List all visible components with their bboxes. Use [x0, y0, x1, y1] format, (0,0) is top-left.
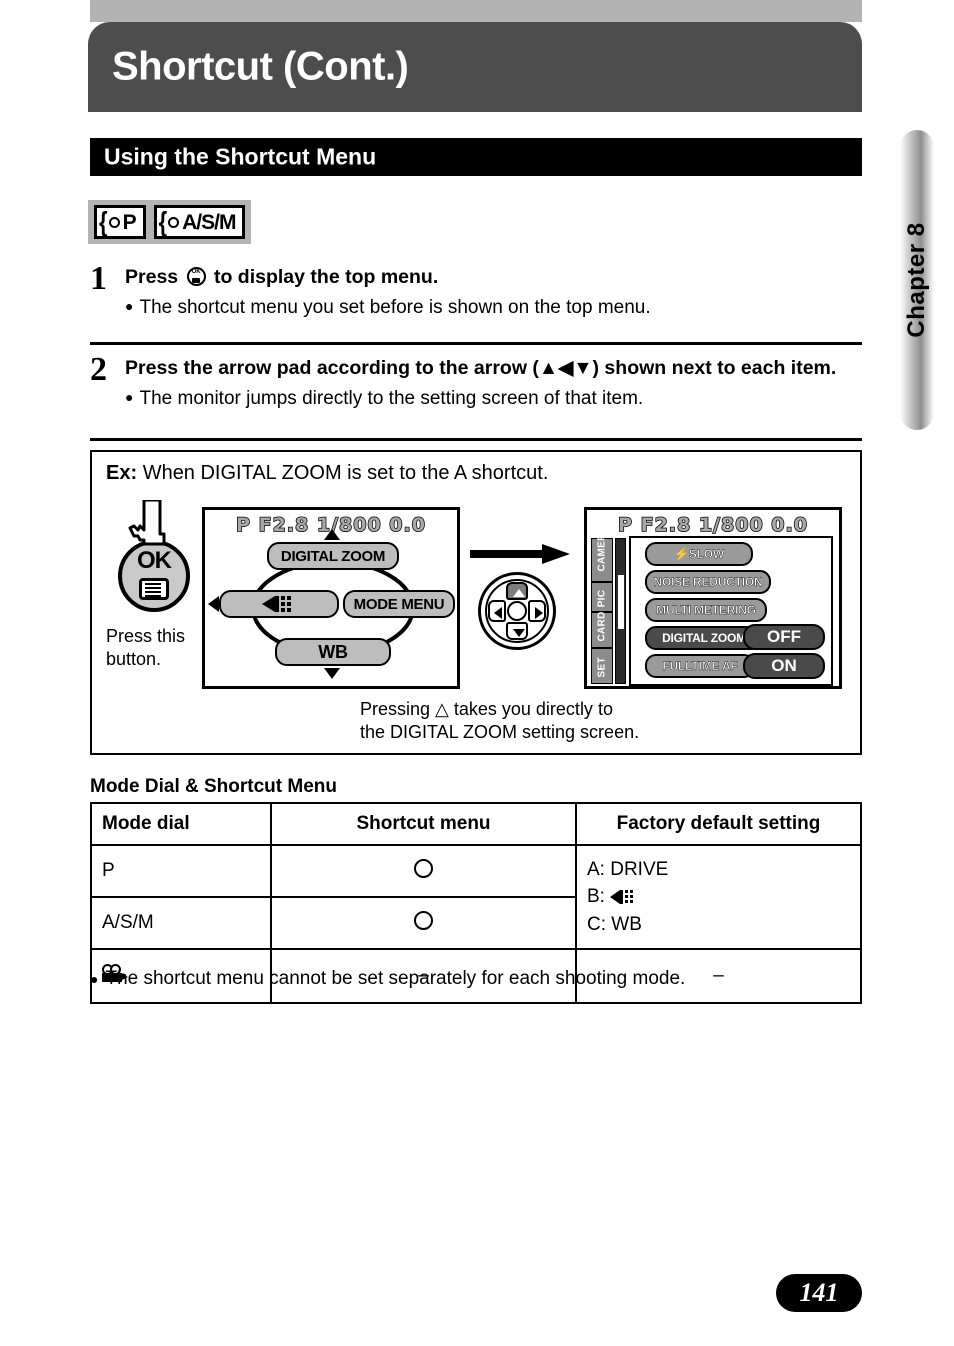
hand-pointing-icon: [128, 500, 166, 546]
footnote-text: The shortcut menu cannot be set separate…: [105, 968, 686, 989]
menu-lines-icon: [139, 578, 169, 600]
table-header-row: Mode dial Shortcut menu Factory default …: [90, 802, 862, 846]
cell-factory-defaults: A: DRIVE B: C: WB: [575, 844, 862, 950]
page-number: 141: [776, 1274, 862, 1312]
mode-menu-scrollbar[interactable]: [615, 538, 626, 684]
arrow-pad-control[interactable]: [478, 572, 556, 650]
circle-mark-icon: [414, 910, 433, 930]
cell-shortcut-p: [270, 844, 577, 898]
menu-arrow-left-icon: [208, 596, 219, 612]
mode-menu-value-on[interactable]: ON: [743, 653, 825, 679]
footnote: ● The shortcut menu cannot be set separa…: [90, 968, 685, 992]
mode-menu-side-tabs: CAMERA PIC CARD SET: [591, 526, 613, 684]
arrow-pad-up-key[interactable]: [506, 582, 528, 600]
circle-mark-icon: [414, 858, 433, 878]
mode-menu-item-fulltime-af[interactable]: FULLTIME AF: [645, 654, 755, 678]
top-menu-item-digital-zoom[interactable]: DIGITAL ZOOM: [267, 542, 399, 570]
arrow-up-glyph: [513, 589, 525, 597]
side-tab-set[interactable]: SET: [591, 648, 613, 684]
bullet-dot-icon: ●: [125, 298, 134, 315]
chapter-tab-label: Chapter 8: [903, 222, 930, 338]
pressing-note-line2: the DIGITAL ZOOM setting screen.: [360, 722, 640, 743]
side-tab-card[interactable]: CARD: [591, 611, 613, 648]
step-1-title-before: Press: [125, 266, 179, 288]
lcd-top-menu-screen: P F2.8 1/800 0.0 DIGITAL ZOOM MODE MENU …: [202, 507, 460, 689]
column-header-shortcut-menu: Shortcut menu: [270, 802, 577, 846]
section-heading-text: Using the Shortcut Menu: [104, 143, 377, 170]
table-row: P A: DRIVE B: C: WB: [90, 844, 862, 950]
example-label: Ex:: [106, 462, 138, 484]
column-header-factory-default: Factory default setting: [575, 802, 862, 846]
table-title: Mode Dial & Shortcut Menu: [90, 776, 337, 797]
factory-default-b: B:: [587, 883, 850, 911]
step-1-bullet: ● The shortcut menu you set before is sh…: [125, 295, 862, 321]
side-tab-pic[interactable]: PIC: [591, 582, 613, 612]
side-tab-camera[interactable]: CAMERA: [591, 526, 613, 582]
dial-dot-icon: [168, 216, 180, 228]
mode-menu-item-multi-metering[interactable]: MULTI METERING: [645, 598, 767, 622]
lcd-mode-menu-screen: P F2.8 1/800 0.0 CAMERA PIC CARD SET ⚡SL…: [584, 507, 842, 689]
top-menu-item-wb[interactable]: WB: [275, 638, 391, 666]
dial-brace-icon: {: [158, 205, 168, 237]
step-2-bullet-text: The monitor jumps directly to the settin…: [139, 388, 644, 410]
mode-menu-item-noise-reduction[interactable]: NOISE REDUCTION: [645, 570, 771, 594]
arrow-down-glyph: [513, 629, 525, 637]
drive-icon: [610, 890, 636, 905]
step-bottom-rule: [90, 438, 862, 441]
arrow-pad-right-key[interactable]: [528, 600, 546, 622]
arrow-pad-left-key[interactable]: [488, 600, 506, 622]
top-menu-item-drive[interactable]: [219, 590, 339, 618]
step-2: 2 Press the arrow pad according to the a…: [90, 351, 862, 412]
ok-menu-button-icon: [186, 267, 206, 286]
mode-badge-asm-label: A/S/M: [182, 210, 236, 234]
flow-arrow-icon: [470, 544, 570, 564]
step-2-title: Press the arrow pad according to the arr…: [125, 357, 837, 379]
mode-menu-value-off[interactable]: OFF: [743, 624, 825, 650]
arrow-pad-hub: [507, 601, 527, 621]
mode-badge-group: { P { A/S/M: [88, 200, 252, 244]
step-1-title-after: to display the top menu.: [213, 266, 439, 288]
column-header-mode-dial: Mode dial: [90, 802, 272, 846]
mode-menu-list: ⚡SLOW NOISE REDUCTION MULTI METERING DIG…: [629, 536, 833, 686]
example-caption: Ex: When DIGITAL ZOOM is set to the A sh…: [106, 462, 548, 485]
bullet-dot-icon: ●: [90, 971, 99, 987]
drive-icon: [262, 595, 296, 613]
menu-arrow-up-icon: [324, 529, 340, 540]
mode-badge-asm: { A/S/M: [153, 205, 246, 239]
step-2-number: 2: [90, 351, 107, 388]
header-top-strip: [90, 0, 862, 22]
arrow-left-glyph: [494, 607, 502, 619]
step-1: 1 Press to display the top menu. ● The s…: [90, 260, 862, 321]
scrollbar-thumb[interactable]: [617, 575, 624, 629]
cell-shortcut-asm: [270, 896, 577, 950]
step-1-bullet-text: The shortcut menu you set before is show…: [139, 297, 651, 319]
arrow-right-glyph: [535, 607, 543, 619]
arrow-pad-down-key[interactable]: [506, 622, 528, 640]
example-caption-text: When DIGITAL ZOOM is set to the A shortc…: [142, 462, 549, 484]
page-title: Shortcut (Cont.): [112, 44, 409, 89]
factory-default-a: A: DRIVE: [587, 858, 669, 880]
lcd-status-readout: P F2.8 1/800 0.0: [617, 513, 808, 537]
chapter-tab: Chapter 8: [900, 130, 934, 430]
menu-arrow-down-icon: [324, 668, 340, 679]
step-2-bullet: ● The monitor jumps directly to the sett…: [125, 386, 862, 412]
mode-badge-p-label: P: [122, 210, 137, 234]
example-box: Ex: When DIGITAL ZOOM is set to the A sh…: [90, 450, 862, 755]
top-menu-item-mode-menu[interactable]: MODE MENU: [343, 590, 455, 618]
dial-dot-icon: [108, 216, 120, 228]
step-divider-rule: [90, 342, 862, 345]
pressing-note-line1: Pressing △ takes you directly to: [360, 699, 613, 719]
dial-brace-icon: {: [99, 205, 108, 237]
section-heading-bar: Using the Shortcut Menu: [90, 138, 862, 176]
factory-default-c: C: WB: [587, 913, 642, 935]
cell-mode-asm: A/S/M: [90, 896, 272, 950]
step-1-title: Press to display the top menu.: [125, 264, 862, 290]
page-title-bar: Shortcut (Cont.): [88, 22, 862, 112]
bullet-dot-icon: ●: [125, 389, 134, 406]
mode-badge-p: { P: [94, 205, 146, 239]
step-1-number: 1: [90, 260, 107, 297]
pressing-note: Pressing △ takes you directly to the DIG…: [360, 698, 639, 745]
mode-menu-item-slow[interactable]: ⚡SLOW: [645, 542, 753, 566]
cell-mode-p: P: [90, 844, 272, 898]
